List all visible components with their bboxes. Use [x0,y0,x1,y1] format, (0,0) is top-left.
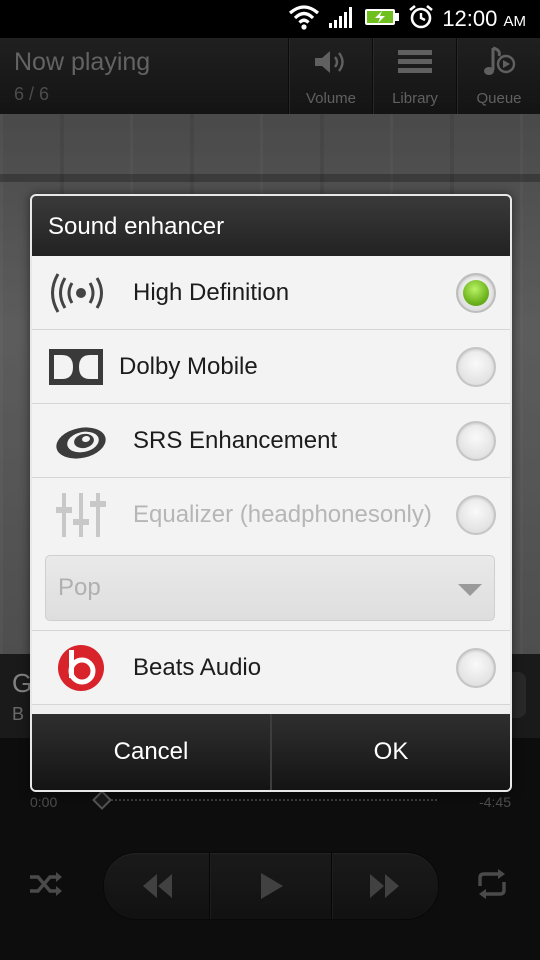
clock-time: 12:00 [442,6,498,31]
equalizer-preset-dropdown[interactable]: Pop [45,555,495,621]
sound-enhancer-dialog: Sound enhancer High Definition Dolby Mob… [30,194,512,792]
radio-unselected[interactable] [456,648,496,688]
option-label: Dolby Mobile [119,352,258,380]
cancel-button[interactable]: Cancel [32,714,270,790]
option-dolby-mobile[interactable]: Dolby Mobile [32,330,510,404]
beats-icon [50,631,112,704]
option-label: Equalizer (headphones only) [133,478,432,551]
equalizer-icon [50,478,112,551]
option-label-line: only) [379,501,432,528]
dialog-buttons: Cancel OK [32,714,510,790]
srs-icon [50,404,112,477]
status-bar: 12:00 AM [0,0,540,38]
option-equalizer: Equalizer (headphones only) Pop [32,478,510,631]
alarm-icon [408,4,434,34]
option-label: High Definition [133,278,290,306]
equalizer-preset-value: Pop [58,574,101,601]
high-definition-icon [50,256,112,329]
radio-unselected[interactable] [456,347,496,387]
clock-ampm: AM [503,13,527,30]
chevron-down-icon [458,584,482,596]
status-clock: 12:00 AM [442,6,526,32]
option-label: Beats Audio [133,653,262,681]
status-icons: 12:00 AM [288,0,526,38]
signal-icon [328,5,356,33]
dialog-title: Sound enhancer [32,196,510,256]
option-label-line: Equalizer (headphones [133,501,380,528]
option-label: SRS Enhancement [133,426,338,454]
battery-charging-icon [364,6,400,32]
option-beats-audio[interactable]: Beats Audio [32,631,510,705]
radio-unselected[interactable] [456,421,496,461]
dolby-icon [48,330,104,403]
wifi-icon [288,4,320,34]
option-srs-enhancement[interactable]: SRS Enhancement [32,404,510,478]
ok-button[interactable]: OK [270,714,510,790]
option-high-definition[interactable]: High Definition [32,256,510,330]
radio-unselected[interactable] [456,495,496,535]
radio-selected[interactable] [456,273,496,313]
